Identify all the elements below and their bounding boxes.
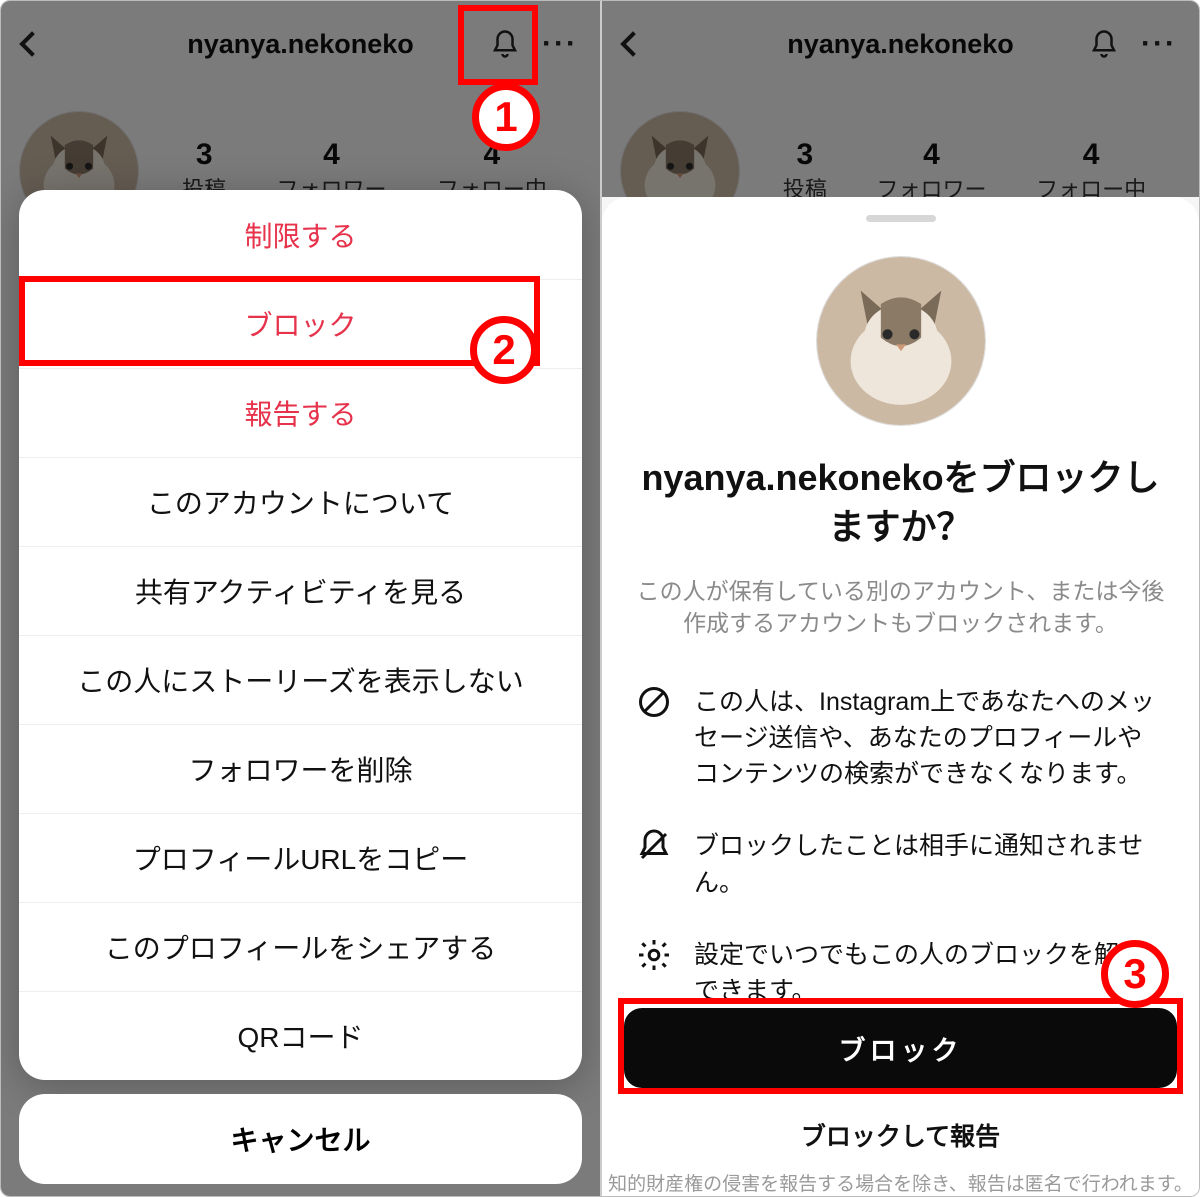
sheet-item-share[interactable]: このプロフィールをシェアする <box>19 902 582 991</box>
avatar-large <box>816 256 986 426</box>
sheet-item-qr[interactable]: QRコード <box>19 991 582 1080</box>
annotation-badge-3: 3 <box>1101 940 1169 1008</box>
sheet-item-copyurl[interactable]: プロフィールURLをコピー <box>19 813 582 902</box>
more-options-icon[interactable]: ··· <box>542 29 578 59</box>
sheet-item-shared[interactable]: 共有アクティビティを見る <box>19 546 582 635</box>
no-view-icon <box>636 684 672 720</box>
step3-panel: nyanya.nekoneko ··· 3投稿 4フォロワー 4フォロー中 <box>600 1 1199 1197</box>
sheet-cancel-button[interactable]: キャンセル <box>19 1094 582 1184</box>
confirm-disclaimer: 知的財産権の侵害を報告する場合を除き、報告は匿名で行われます。 <box>602 1169 1199 1196</box>
sheet-item-restrict[interactable]: 制限する <box>19 190 582 279</box>
gear-icon <box>636 937 672 973</box>
bell-icon[interactable] <box>1089 29 1119 59</box>
annotation-box-2 <box>19 276 540 366</box>
confirm-title: nyanya.nekonekoをブロックしますか？ <box>632 454 1169 551</box>
sheet-grabber[interactable] <box>866 215 936 222</box>
back-icon[interactable] <box>620 31 645 56</box>
annotation-badge-2: 2 <box>470 316 538 384</box>
bell-off-icon <box>636 828 672 864</box>
step1-step2-panel: nyanya.nekoneko ··· 3投稿 4フォロワー 4フォロー中 <box>1 1 600 1197</box>
sheet-item-about[interactable]: このアカウントについて <box>19 457 582 546</box>
back-icon[interactable] <box>19 31 44 56</box>
sheet-item-hidestory[interactable]: この人にストーリーズを表示しない <box>19 635 582 724</box>
confirm-info-list: この人は、Instagram上であなたへのメッセージ送信や、あなたのプロフィール… <box>632 684 1169 1010</box>
annotation-badge-1: 1 <box>472 83 540 151</box>
sheet-item-removefw[interactable]: フォロワーを削除 <box>19 724 582 813</box>
block-and-report-button[interactable]: ブロックして報告 <box>624 1100 1177 1170</box>
more-options-icon[interactable]: ··· <box>1141 29 1177 59</box>
confirm-subtitle: この人が保有している別のアカウント、または今後作成するアカウントもブロックされま… <box>632 575 1169 639</box>
bell-icon[interactable] <box>490 29 520 59</box>
annotation-box-3 <box>618 998 1183 1094</box>
